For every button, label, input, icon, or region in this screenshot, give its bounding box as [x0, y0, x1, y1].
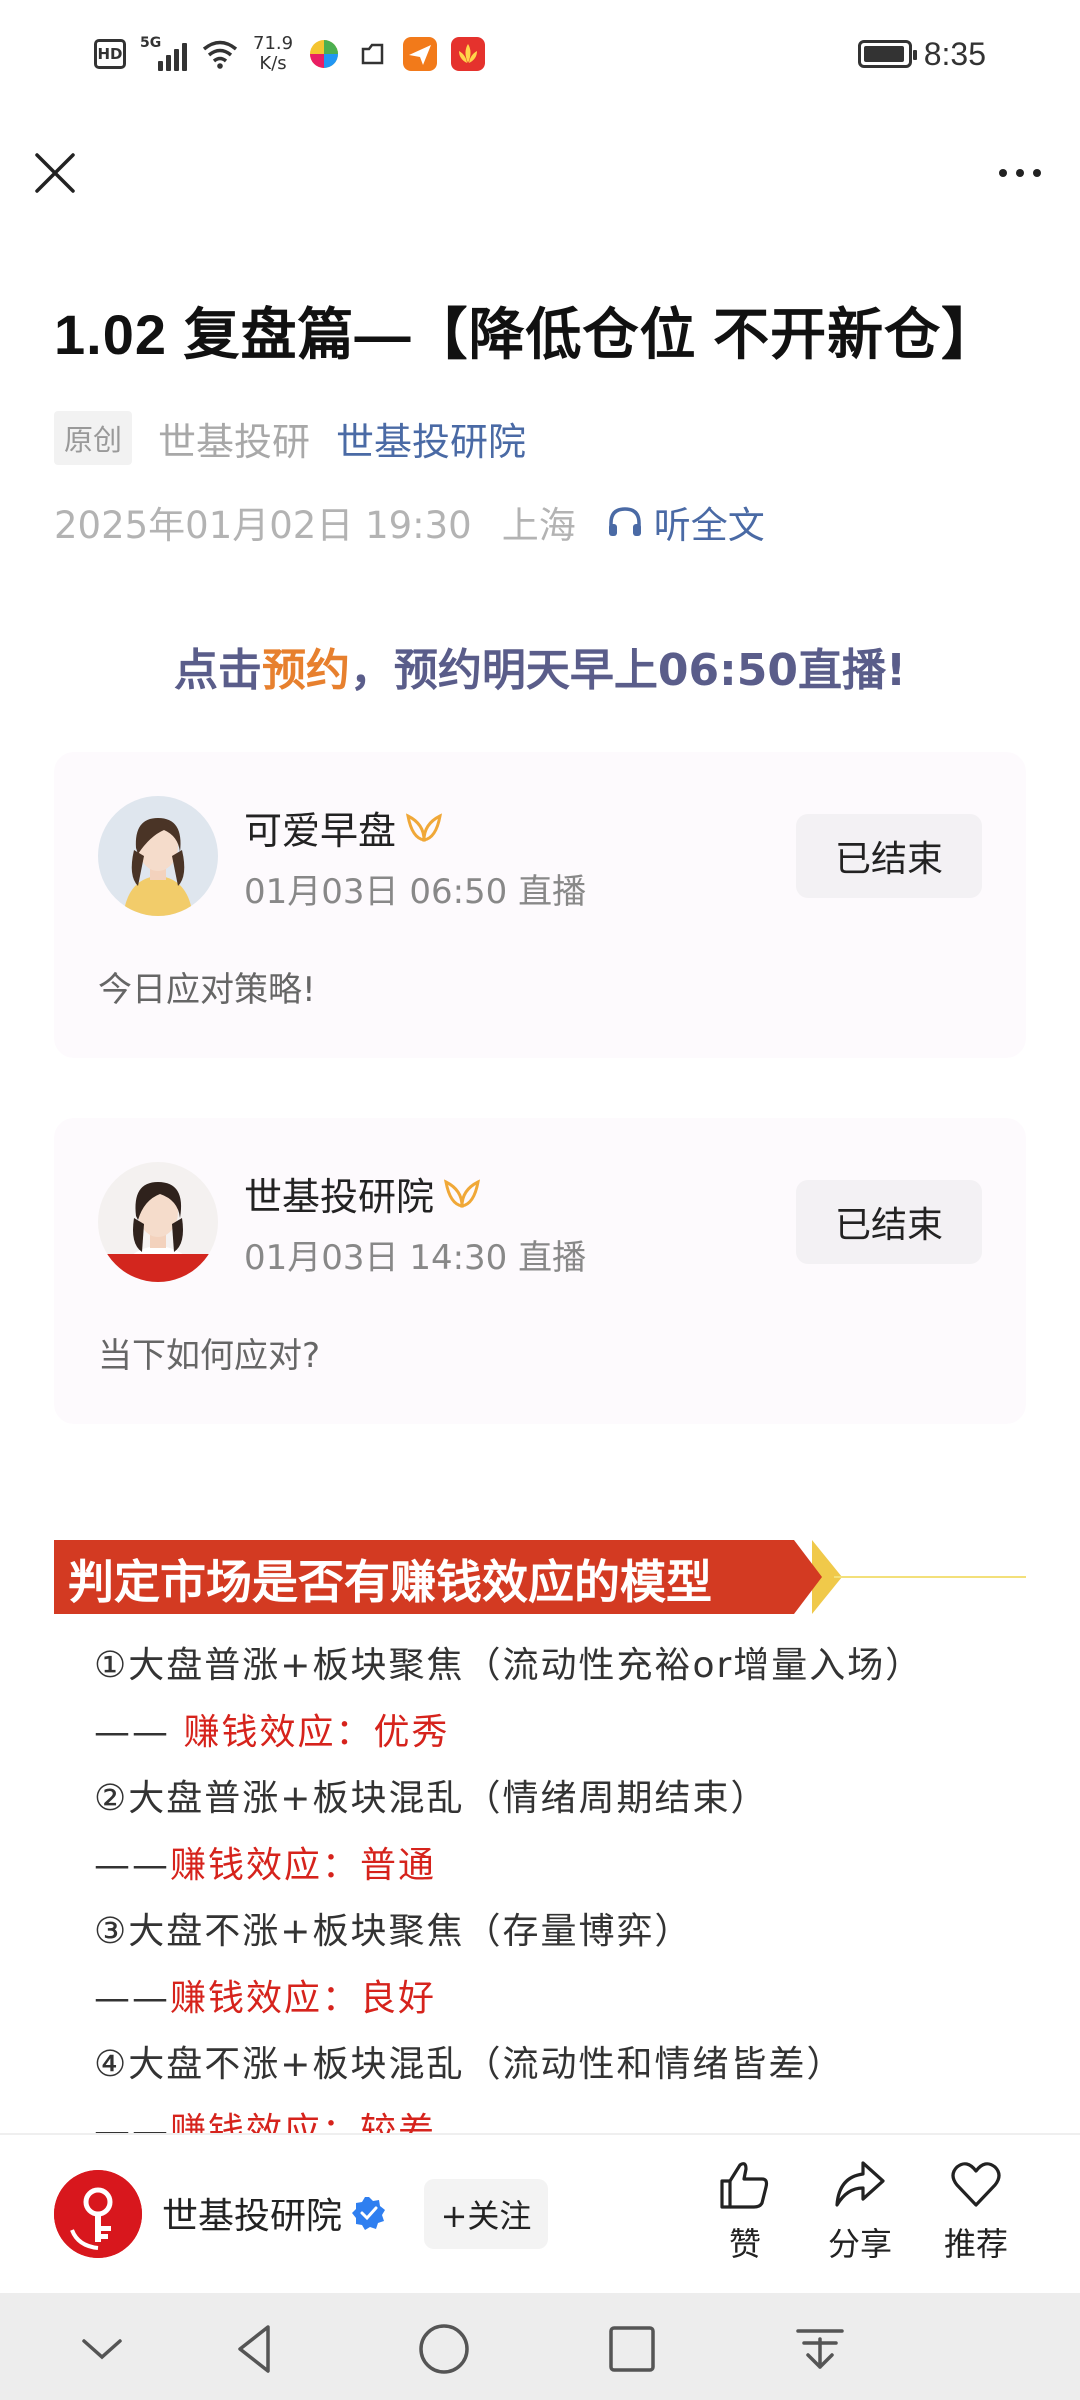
author-bar: 世基投研院 +关注 赞 分享 推荐 [0, 2133, 1080, 2293]
status-right: 8:35 [857, 28, 986, 80]
model-list: ①大盘普涨+板块聚焦（流动性充裕or增量入场） —— 赚钱效应：优秀 ②大盘普涨… [94, 1636, 1054, 2168]
like-button[interactable]: 赞 [700, 2157, 790, 2277]
more-icon [999, 169, 1007, 177]
account-name-row[interactable]: 世基投研院 [162, 2187, 386, 2239]
model-condition: ②大盘普涨+板块混乱（情绪周期结束） [94, 1778, 769, 1819]
close-icon [35, 153, 75, 193]
lotus-icon [451, 37, 486, 71]
share-button[interactable]: 分享 [815, 2157, 905, 2277]
share-label: 分享 [827, 2225, 892, 2263]
more-button[interactable] [990, 148, 1050, 198]
article-meta: 原创 世基投研 世基投研院 [54, 410, 526, 466]
network-speed: 71.9 K/s [253, 33, 294, 74]
back-button[interactable] [226, 2319, 286, 2379]
listen-button[interactable]: 听全文 [606, 495, 765, 549]
paper-plane-icon [403, 37, 438, 71]
live-time: 01月03日 14:30 直播 [244, 1238, 587, 1278]
model-condition: ④大盘不涨+板块混乱（流动性和情绪皆差） [94, 2044, 845, 2085]
live-card[interactable]: 可爱早盘 01月03日 06:50 直播 已结束 今日应对策略! [54, 752, 1026, 1058]
listen-label: 听全文 [653, 504, 765, 547]
recents-icon [609, 2326, 655, 2372]
system-nav-bar [0, 2293, 1080, 2400]
close-button[interactable] [30, 148, 80, 198]
live-status-button[interactable]: 已结束 [796, 1180, 982, 1264]
home-icon [419, 2324, 469, 2374]
hide-nav-button[interactable] [72, 2319, 132, 2379]
live-description: 当下如何应对? [98, 1336, 321, 1376]
model-condition: ①大盘普涨+板块聚焦（流动性充裕or增量入场） [94, 1645, 924, 1686]
share-icon [835, 2161, 885, 2207]
wifi-icon [202, 40, 238, 69]
host-name-row: 世基投研院 [244, 1166, 482, 1221]
back-icon [238, 2325, 270, 2373]
section-title: 判定市场是否有赚钱效应的模型 [68, 1555, 712, 1609]
pull-down-icon [796, 2329, 844, 2369]
account-name: 世基投研院 [162, 2196, 343, 2237]
pull-down-button[interactable] [790, 2319, 850, 2379]
article-title: 1.02 复盘篇—【降低仓位 不开新仓】 [54, 303, 999, 366]
host-name-row: 可爱早盘 [244, 800, 444, 855]
recents-button[interactable] [602, 2319, 662, 2379]
model-result: 赚钱效应：普通 [170, 1844, 437, 1886]
clock: 8:35 [923, 35, 986, 72]
host-name: 世基投研院 [244, 1175, 435, 1219]
live-card[interactable]: 世基投研院 01月03日 14:30 直播 已结束 当下如何应对? [54, 1118, 1026, 1424]
hd-icon: HD [94, 39, 126, 69]
network-type: 5G [140, 35, 162, 51]
status-left: HD 5G 71.9 K/s [94, 28, 486, 80]
follow-button[interactable]: +关注 [424, 2179, 548, 2249]
publish-date: 2025年01月02日 19:30 [54, 504, 472, 547]
reserve-link[interactable]: 预约 [262, 645, 350, 696]
host-name: 可爱早盘 [244, 809, 397, 853]
avatar [98, 1162, 218, 1282]
thumbs-up-icon [720, 2162, 769, 2209]
like-label: 赞 [728, 2225, 761, 2263]
author-name[interactable]: 世基投研 [158, 411, 310, 466]
signal-icon: 5G [140, 35, 187, 71]
model-result: 赚钱效应：优秀 [183, 1711, 450, 1753]
model-result-row: —— 赚钱效应：优秀 [94, 1711, 450, 1753]
heart-icon [951, 2162, 1001, 2207]
live-time: 01月03日 06:50 直播 [244, 872, 587, 912]
recommend-button[interactable]: 推荐 [931, 2157, 1021, 2277]
account-link[interactable]: 世基投研院 [336, 411, 526, 466]
top-bar [0, 130, 1080, 220]
reservation-promo[interactable]: 点击预约，预约明天早上06:50直播! [0, 634, 1080, 698]
promo-prefix: 点击 [173, 645, 262, 696]
section-header: 判定市场是否有赚钱效应的模型 [54, 1540, 1026, 1614]
original-tag: 原创 [54, 411, 133, 465]
recommend-label: 推荐 [943, 2225, 1008, 2263]
avatar [98, 796, 218, 916]
status-bar: HD 5G 71.9 K/s 8:35 [0, 0, 1080, 110]
promo-suffix: ，预约明天早上06:50直播! [349, 645, 907, 696]
model-result: 赚钱效应：良好 [170, 1977, 437, 2019]
live-description: 今日应对策略! [98, 970, 316, 1010]
pinwheel-icon [310, 40, 339, 68]
badge-icon [406, 812, 443, 842]
model-result-row: ——赚钱效应：普通 [94, 1844, 437, 1886]
verified-icon [352, 2197, 386, 2230]
badge-icon [444, 1178, 481, 1208]
chevron-down-icon [82, 2339, 122, 2360]
publish-location: 上海 [501, 504, 576, 547]
model-result-row: ——赚钱效应：良好 [94, 1977, 437, 2019]
cloud-icon [361, 43, 384, 65]
home-button[interactable] [414, 2319, 474, 2379]
article-date-row: 2025年01月02日 19:30 上海 听全文 [54, 494, 765, 550]
live-status-button[interactable]: 已结束 [796, 814, 982, 898]
account-avatar[interactable] [54, 2170, 142, 2258]
battery-icon [857, 40, 917, 68]
headphones-icon [608, 507, 641, 536]
model-condition: ③大盘不涨+板块聚焦（存量博弈） [94, 1911, 693, 1952]
